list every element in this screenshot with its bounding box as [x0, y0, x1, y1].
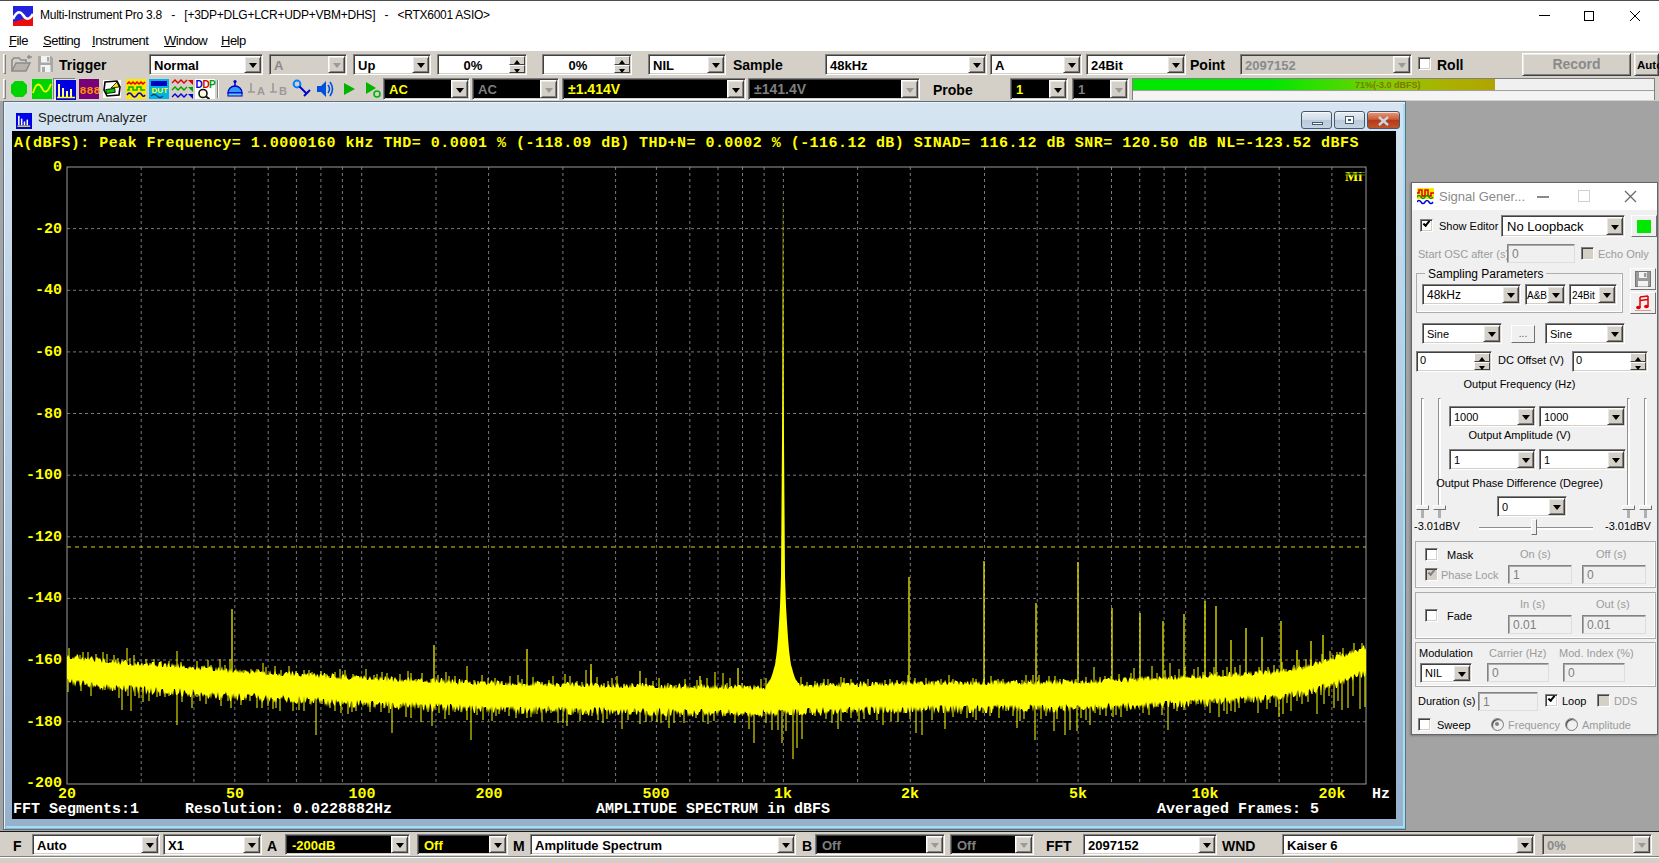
svg-text:Mi: Mi	[1345, 169, 1362, 182]
